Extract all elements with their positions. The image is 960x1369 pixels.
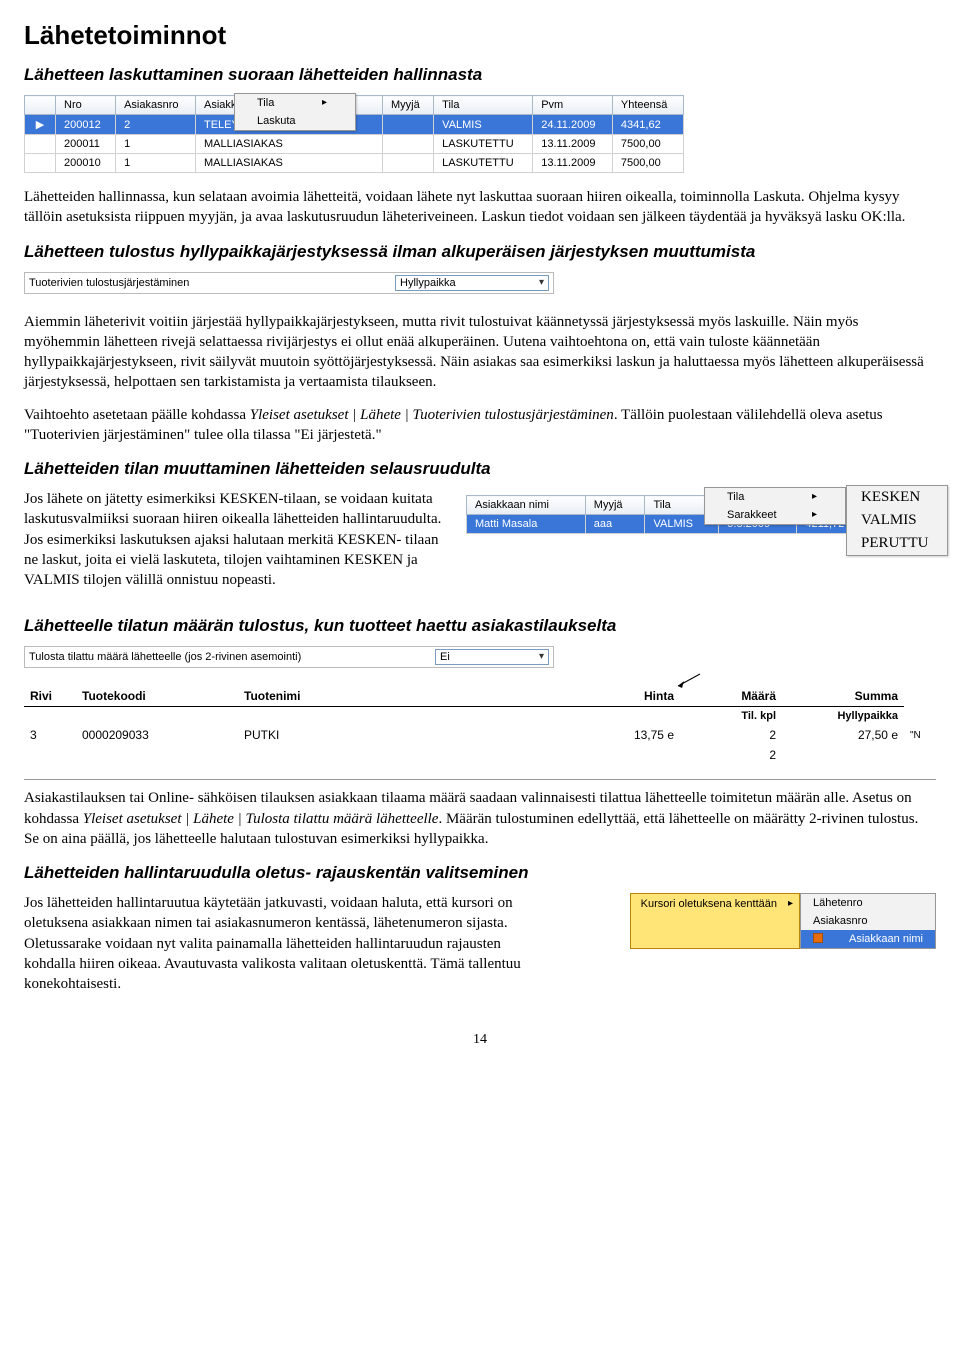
cell: 2	[116, 115, 196, 135]
submenu-tila[interactable]: KESKEN VALMIS PERUTTU	[846, 485, 948, 556]
cell: MALLIASIAKAS	[196, 154, 383, 173]
setting-tulosta-tilattu-maara: Tulosta tilattu määrä lähetteelle (jos 2…	[24, 646, 554, 668]
col-hinta: Hinta	[588, 686, 680, 707]
paragraph: Jos lähete on jätetty esimerkiksi KESKEN…	[24, 489, 454, 590]
page-number: 14	[24, 1032, 936, 1048]
menu-label: Sarakkeet	[727, 509, 777, 521]
option-lahetenro[interactable]: Lähetenro	[801, 894, 935, 912]
heading-tilatun-maaran-tulostus: Lähetteelle tilatun määrän tulostus, kun…	[24, 616, 936, 636]
heading-laskuttaminen: Lähetteen laskuttaminen suoraan lähettei…	[24, 65, 936, 85]
chevron-right-icon: ▸	[322, 97, 327, 109]
select-tulostusjarjestys[interactable]: Hyllypaikka	[395, 275, 549, 291]
option-asiakkaan-nimi[interactable]: Asiakkaan nimi	[801, 930, 935, 948]
cell: MALLIASIAKAS	[196, 135, 383, 154]
col-myyja[interactable]: Myyjä	[383, 96, 434, 115]
paragraph: Lähetteiden hallinnassa, kun selataan av…	[24, 187, 936, 228]
menu-label: Tila	[727, 491, 744, 503]
cell: 1	[116, 135, 196, 154]
menu-label: Kursori oletuksena kenttään	[641, 898, 777, 910]
cell: Matti Masala	[467, 515, 586, 534]
submenu-oletuskentta[interactable]: Lähetenro Asiakasnro Asiakkaan nimi	[800, 893, 936, 949]
cell: 4341,62	[612, 115, 683, 135]
menu-path: Yleiset asetukset | Lähete | Tulosta til…	[83, 811, 439, 827]
paragraph: Jos lähetteiden hallintaruutua käytetään…	[24, 893, 544, 994]
cell: 200011	[56, 135, 116, 154]
col-maara: Määrä	[680, 686, 782, 707]
col-pvm[interactable]: Pvm	[533, 96, 613, 115]
cell: VALMIS	[434, 115, 533, 135]
col-asiakasnro[interactable]: Asiakasnro	[116, 96, 196, 115]
heading-oletus-rajauskentta: Lähetteiden hallintaruudulla oletus- raj…	[24, 863, 936, 883]
heading-tilan-muuttaminen: Lähetteiden tilan muuttaminen lähetteide…	[24, 459, 936, 479]
col-myyja[interactable]: Myyjä	[585, 496, 645, 515]
menu-item-kesken[interactable]: KESKEN	[847, 486, 947, 509]
select-tulosta-tilattu[interactable]: Ei	[435, 649, 549, 665]
sub-hyllypaikka: Hyllypaikka	[782, 707, 904, 726]
menu-item-valmis[interactable]: VALMIS	[847, 509, 947, 532]
cell	[383, 115, 434, 135]
option-asiakasnro[interactable]: Asiakasnro	[801, 912, 935, 930]
heading-tulostus-hyllypaikka: Lähetteen tulostus hyllypaikkajärjestyks…	[24, 242, 936, 262]
cell: LASKUTETTU	[434, 154, 533, 173]
cell: LASKUTETTU	[434, 135, 533, 154]
cell	[383, 154, 434, 173]
menu-label: Tila	[257, 97, 274, 109]
menu-item-sarakkeet[interactable]: Sarakkeet ▸	[705, 506, 845, 524]
table-row[interactable]: 200011 1 MALLIASIAKAS LASKUTETTU 13.11.2…	[25, 135, 684, 154]
sub-tilkpl: Til. kpl	[680, 707, 782, 726]
col-rivi: Rivi	[24, 686, 76, 707]
cell: 13.11.2009	[533, 154, 613, 173]
setting-label: Tuoterivien tulostusjärjestäminen	[29, 277, 389, 289]
table1-wrap: Nro Asiakasnro Asiakkaan nimi Myyjä Tila…	[24, 95, 936, 173]
context-menu[interactable]: Tila ▸ Sarakkeet ▸	[704, 487, 846, 525]
menu-item-tila[interactable]: Tila ▸	[235, 94, 355, 112]
cell: 13.11.2009	[533, 135, 613, 154]
cell: 7500,00	[612, 154, 683, 173]
col-yhteensa[interactable]: Yhteensä	[612, 96, 683, 115]
default-field-menu: Kursori oletuksena kenttään Lähetenro As…	[630, 893, 936, 949]
col-indicator	[25, 96, 56, 115]
col-tila[interactable]: Tila	[434, 96, 533, 115]
menu-item-kursori-oletus[interactable]: Kursori oletuksena kenttään	[630, 893, 800, 949]
invoice-row-2: 2	[24, 745, 936, 765]
menu-item-laskuta[interactable]: Laskuta	[235, 112, 355, 130]
cell: 200010	[56, 154, 116, 173]
setting-tuoterivien-jarjestys: Tuoterivien tulostusjärjestäminen Hyllyp…	[24, 272, 554, 294]
row-indicator-icon: ▶	[25, 115, 56, 135]
cell: 200012	[56, 115, 116, 135]
menu-item-peruttu[interactable]: PERUTTU	[847, 532, 947, 555]
col-tuotenimi: Tuotenimi	[238, 686, 588, 707]
page-title: Lähetetoiminnot	[24, 20, 936, 51]
arrow-icon	[672, 672, 702, 690]
col-summa: Summa	[782, 686, 904, 707]
invoice-line-preview: Rivi Tuotekoodi Tuotenimi Hinta Määrä Su…	[24, 686, 936, 765]
divider	[24, 779, 936, 780]
menu-label: Laskuta	[257, 115, 296, 127]
paragraph: Asiakastilauksen tai Online- sähköisen t…	[24, 788, 936, 849]
paragraph: Vaihtoehto asetetaan päälle kohdassa Yle…	[24, 405, 936, 446]
cell: 1	[116, 154, 196, 173]
setting-label: Tulosta tilattu määrä lähetteelle (jos 2…	[29, 651, 429, 663]
chevron-right-icon: ▸	[812, 491, 817, 503]
cell: 7500,00	[612, 135, 683, 154]
invoice-row: 3 0000209033 PUTKI 13,75 e 2 27,50 e "N	[24, 725, 936, 745]
context-menu[interactable]: Tila ▸ Laskuta	[234, 93, 356, 131]
col-tuotekoodi: Tuotekoodi	[76, 686, 238, 707]
cell: aaa	[585, 515, 645, 534]
paragraph: Aiemmin läheterivit voitiin järjestää hy…	[24, 312, 936, 393]
chevron-right-icon: ▸	[812, 509, 817, 521]
menu-path: Yleiset asetukset | Lähete | Tuoterivien…	[250, 407, 614, 423]
col-asiakkaan-nimi[interactable]: Asiakkaan nimi	[467, 496, 586, 515]
col-nro[interactable]: Nro	[56, 96, 116, 115]
cell: 24.11.2009	[533, 115, 613, 135]
table2-wrap: Asiakkaan nimi Myyjä Tila Pvm Yhteensä T…	[466, 489, 936, 548]
table-row[interactable]: 200010 1 MALLIASIAKAS LASKUTETTU 13.11.2…	[25, 154, 684, 173]
trail: "N	[904, 725, 936, 745]
cell	[383, 135, 434, 154]
menu-item-tila[interactable]: Tila ▸	[705, 488, 845, 506]
